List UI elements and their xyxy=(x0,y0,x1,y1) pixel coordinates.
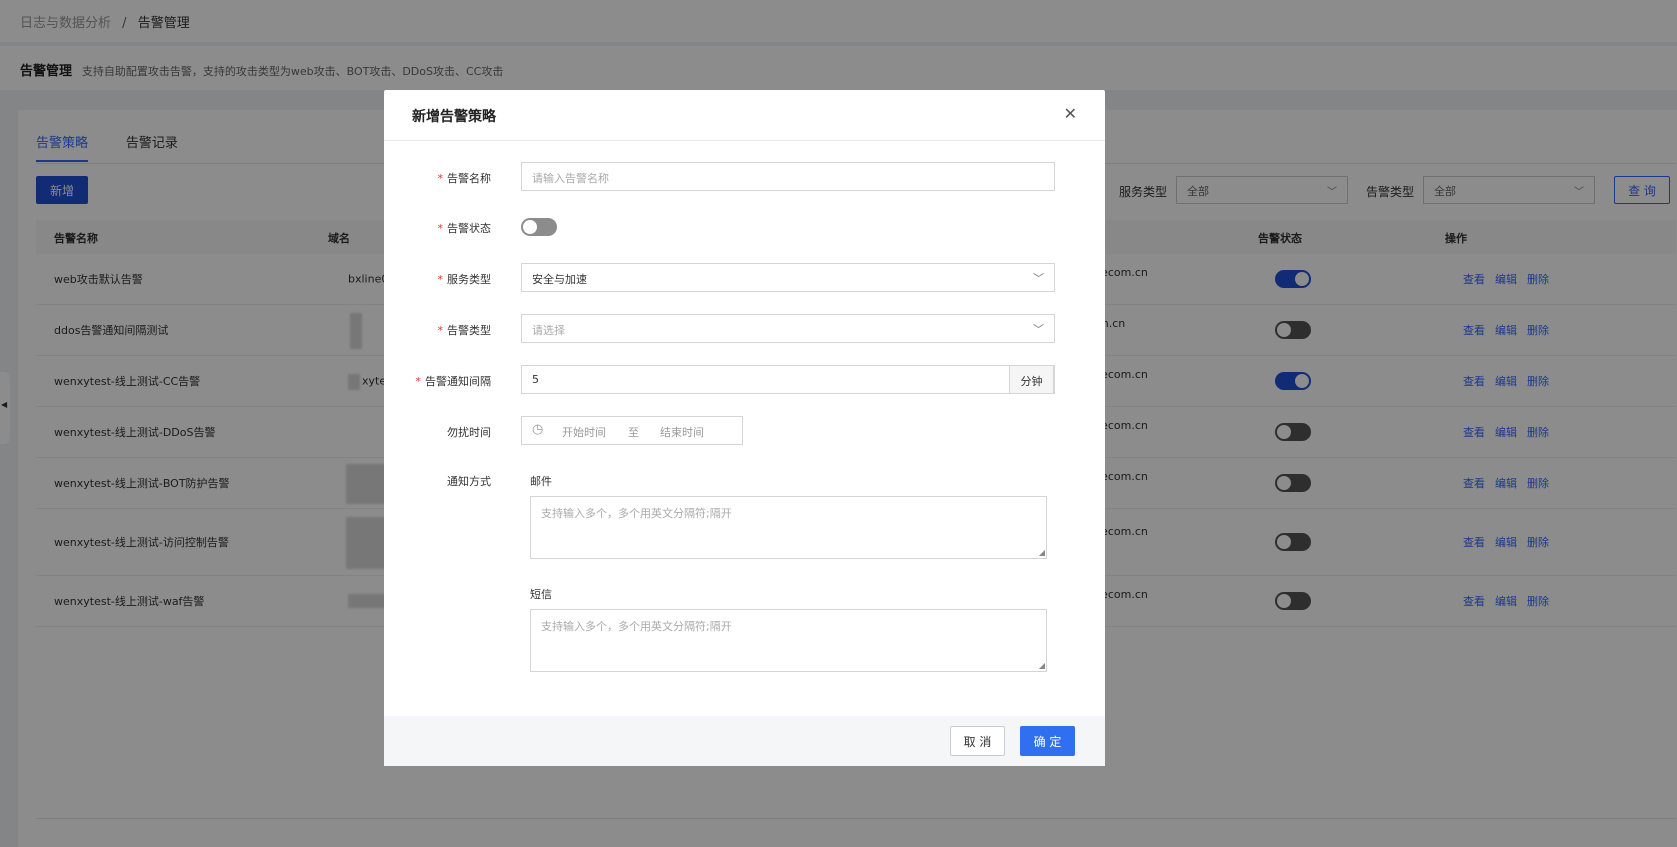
status-label: * 告警状态 xyxy=(437,222,492,235)
cancel-button[interactable]: 取 消 xyxy=(950,726,1005,756)
service-type-select[interactable]: 安全与加速 ﹀ xyxy=(521,263,1055,292)
dnd-to: 至 xyxy=(628,426,639,439)
resize-handle-icon[interactable]: ◢ xyxy=(1039,661,1045,670)
dialog-footer: 取 消 确 定 xyxy=(384,716,1105,766)
sms-label: 短信 xyxy=(530,588,552,601)
chevron-down-icon: ﹀ xyxy=(1033,323,1044,336)
sms-textarea[interactable]: 支持输入多个，多个用英文分隔符;隔开 ◢ xyxy=(530,609,1047,672)
dnd-start[interactable]: 开始时间 xyxy=(562,424,606,440)
email-label: 邮件 xyxy=(530,475,552,488)
interval-unit: 分钟 xyxy=(1009,365,1054,394)
notify-label: 通知方式 xyxy=(447,475,491,488)
name-input[interactable]: 请输入告警名称 xyxy=(521,162,1055,191)
alert-type-select[interactable]: 请选择 ﹀ xyxy=(521,314,1055,343)
email-textarea[interactable]: 支持输入多个，多个用英文分隔符;隔开 ◢ xyxy=(530,496,1047,559)
dnd-label: 勿扰时间 xyxy=(447,426,491,439)
interval-input[interactable]: 5 分钟 xyxy=(521,365,1055,394)
resize-handle-icon[interactable]: ◢ xyxy=(1039,548,1045,557)
interval-label: * 告警通知间隔 xyxy=(415,375,492,388)
new-policy-dialog: 新增告警策略 ✕ * 告警名称 请输入告警名称 * 告警状态 * 服务类型 安全与加速… xyxy=(384,90,1105,766)
dialog-title: 新增告警策略 xyxy=(412,109,496,125)
dnd-end[interactable]: 结束时间 xyxy=(660,424,704,440)
alert-type-label: * 告警类型 xyxy=(437,324,492,337)
status-toggle[interactable] xyxy=(521,218,557,236)
dnd-time-range[interactable]: ◷ 开始时间 至 结束时间 xyxy=(521,416,743,445)
chevron-down-icon: ﹀ xyxy=(1033,272,1044,285)
clock-icon: ◷ xyxy=(532,422,544,437)
dialog-header: 新增告警策略 ✕ xyxy=(384,90,1105,141)
name-label: * 告警名称 xyxy=(437,172,492,185)
close-icon[interactable]: ✕ xyxy=(1064,104,1077,123)
confirm-button[interactable]: 确 定 xyxy=(1020,726,1075,756)
service-type-label: * 服务类型 xyxy=(437,273,492,286)
